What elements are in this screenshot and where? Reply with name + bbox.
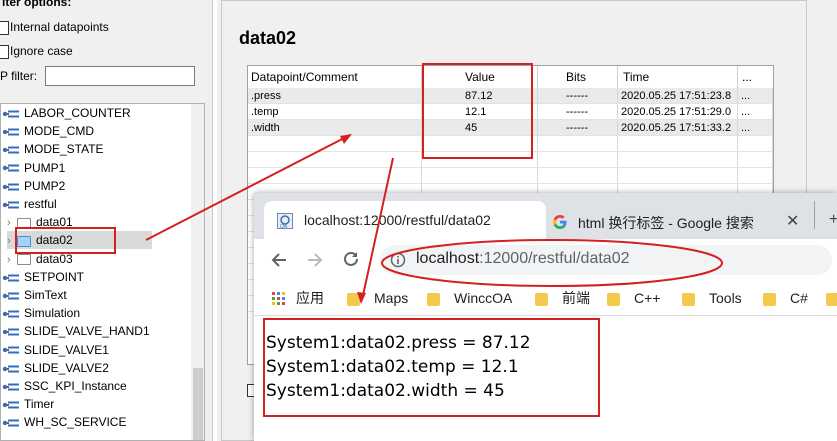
annotation-arrow-to-table: [145, 134, 351, 241]
arrow-head-icon: [340, 134, 352, 144]
url-highlight-ellipse: [381, 239, 723, 287]
annotation-overlay: [145, 134, 723, 304]
arrow-head-icon: [357, 292, 366, 304]
annotation-arrow-to-url: [361, 157, 394, 301]
